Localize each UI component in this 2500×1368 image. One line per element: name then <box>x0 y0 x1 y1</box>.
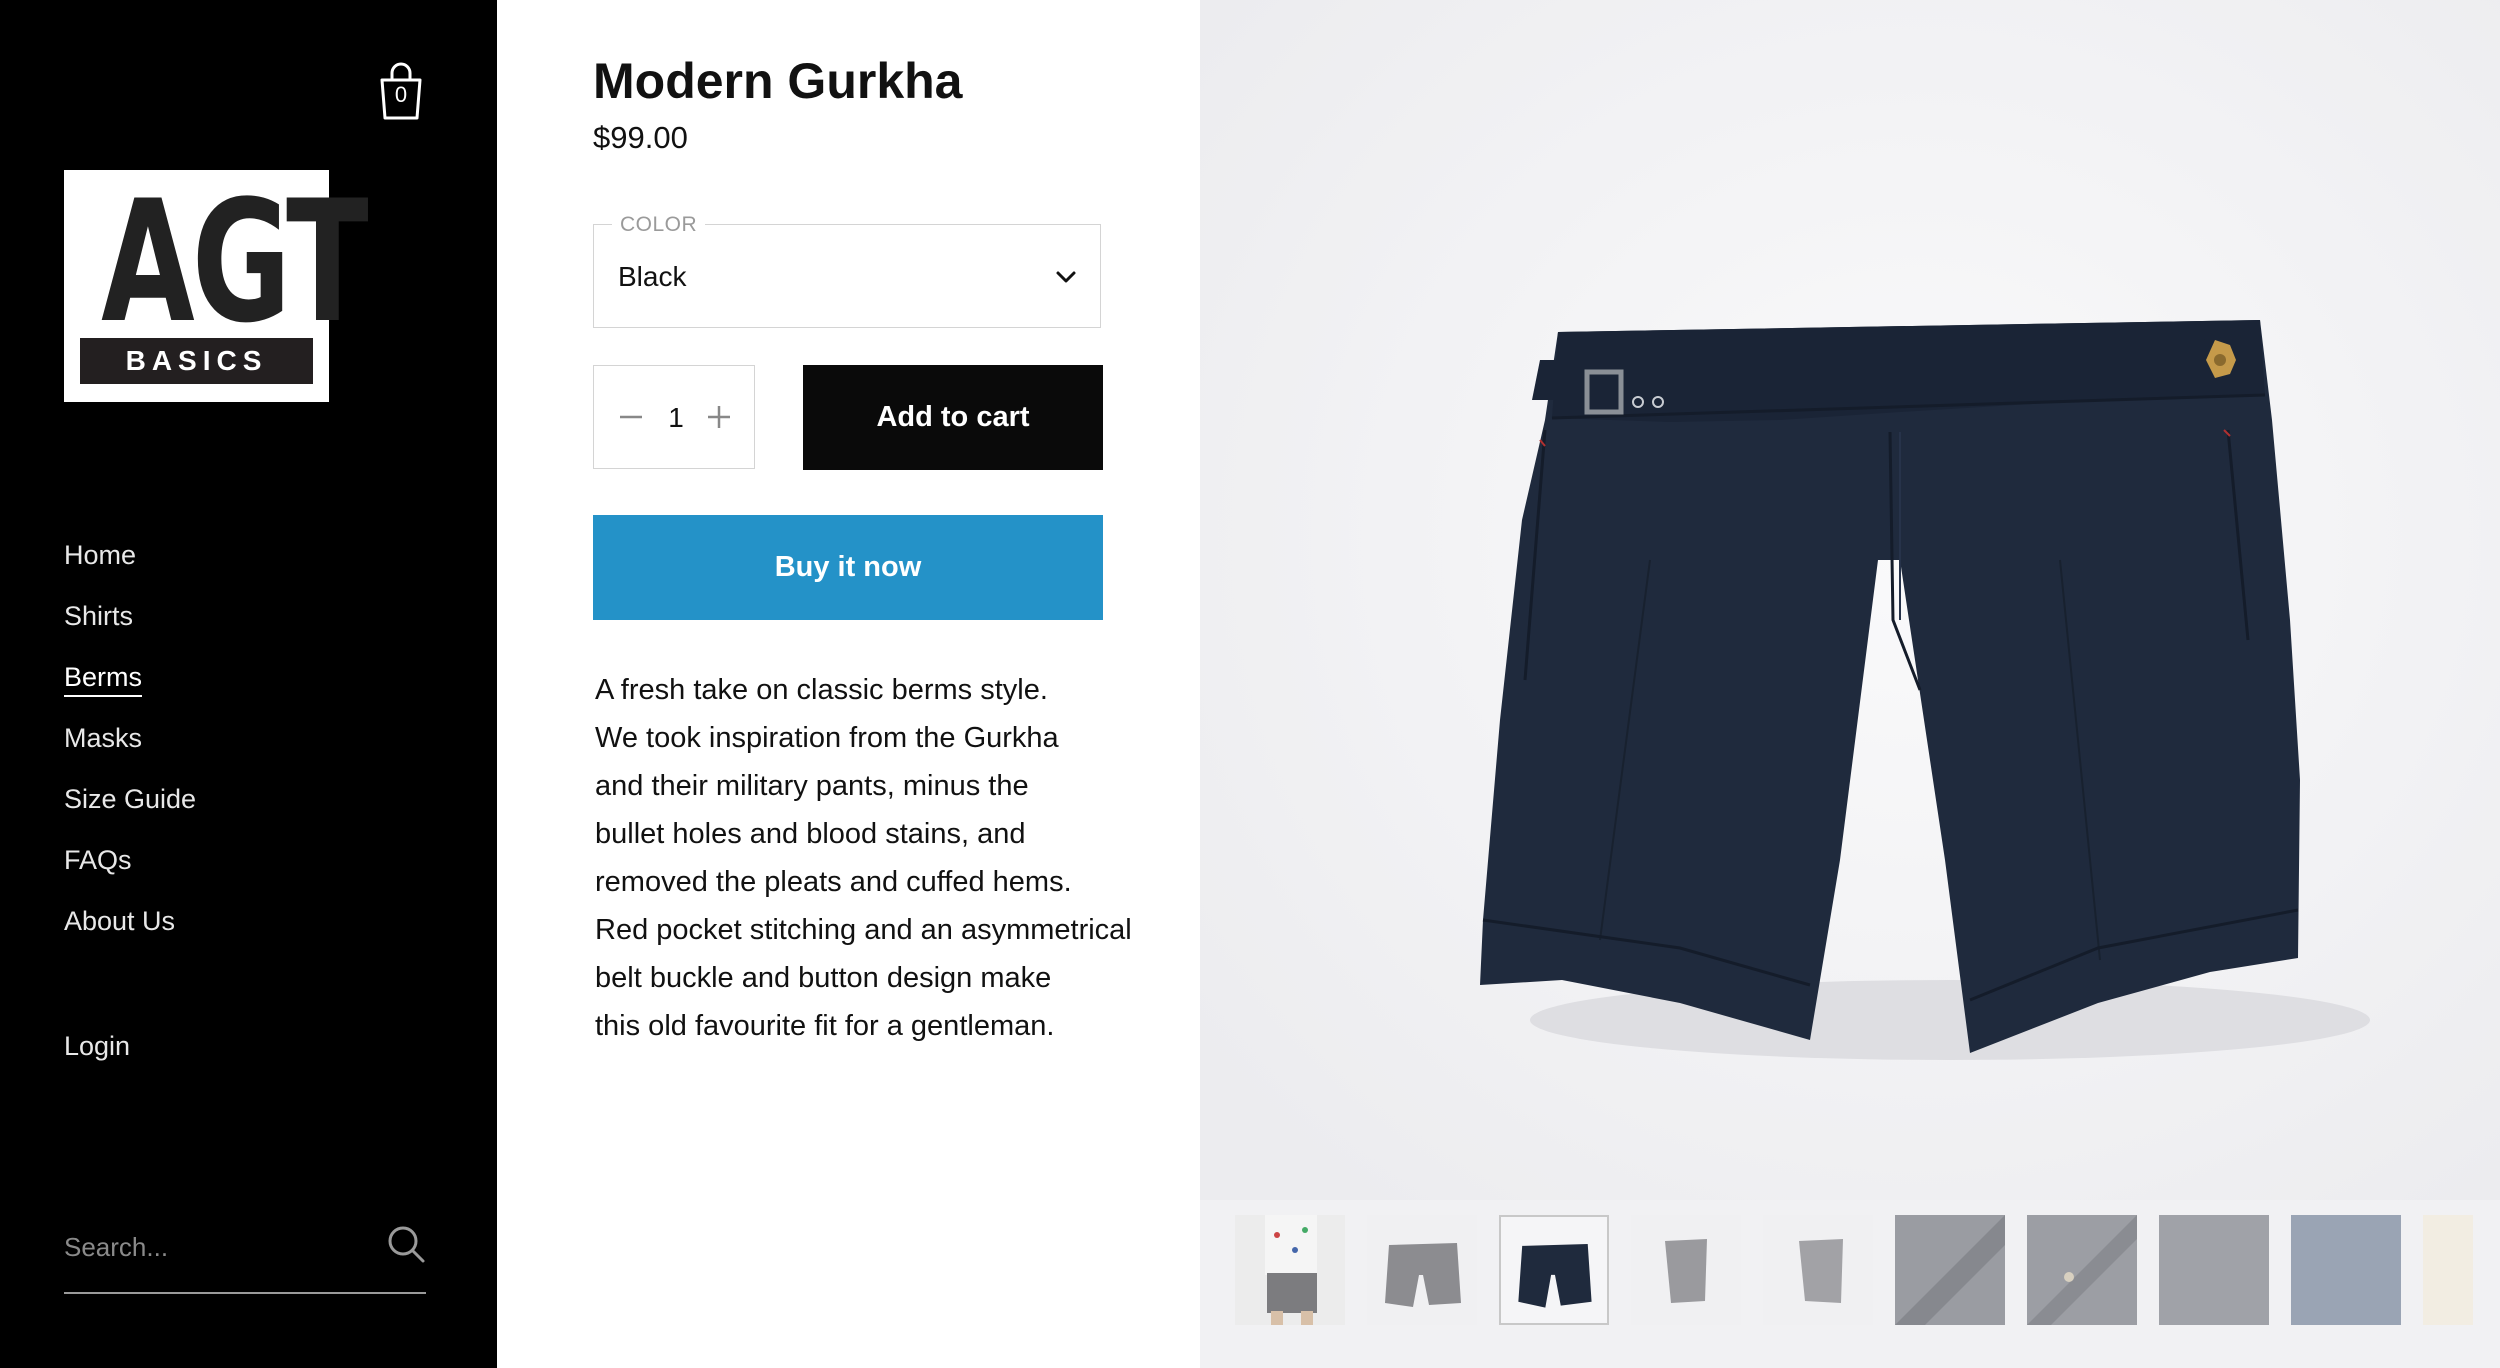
logo-wordmark: AGT <box>101 164 369 360</box>
product-title: Modern Gurkha <box>593 53 963 109</box>
description-line: and their military pants, minus the <box>595 770 1029 802</box>
description-line: A fresh take on classic berms style. <box>595 674 1048 706</box>
description-line: this old favourite fit for a gentleman. <box>595 1010 1055 1042</box>
main-nav: Home Shirts Berms Masks Size Guide FAQs … <box>64 525 196 952</box>
nav-item-faqs[interactable]: FAQs <box>64 830 196 891</box>
cart-count: 0 <box>394 82 408 107</box>
thumbnail[interactable] <box>1367 1215 1477 1325</box>
thumbnail-blue-fabric-detail <box>2291 1215 2401 1325</box>
thumbnail[interactable] <box>1763 1215 1873 1325</box>
thumbnail[interactable] <box>1235 1215 1345 1325</box>
thumbnail[interactable] <box>2159 1215 2269 1325</box>
nav-item-size-guide[interactable]: Size Guide <box>64 769 196 830</box>
thumbnail-grey-shorts <box>1367 1215 1477 1325</box>
thumbnail[interactable] <box>2291 1215 2401 1325</box>
thumbnail-selected[interactable] <box>1499 1215 1609 1325</box>
buy-now-button[interactable]: Buy it now <box>593 515 1103 620</box>
thumbnail-model-image <box>1235 1215 1345 1325</box>
search-bar <box>64 1210 426 1294</box>
nav-item-label: About Us <box>64 906 176 936</box>
product-gallery <box>1200 0 2500 1368</box>
quantity-value[interactable]: 1 <box>666 402 686 434</box>
nav-item-label: Berms <box>64 662 143 697</box>
cart-button[interactable]: 0 <box>376 62 426 122</box>
product-photo-navy-shorts[interactable] <box>1200 0 2500 1200</box>
sidebar: 0 AGT BASICS Home Shirts Berms Masks Siz… <box>0 0 497 1368</box>
thumbnail-navy-shorts <box>1501 1217 1607 1323</box>
thumbnail-grey-shorts-side-alt <box>1763 1215 1873 1325</box>
thumbnail-grey-shorts-side <box>1631 1215 1741 1325</box>
thumbnail[interactable] <box>1631 1215 1741 1325</box>
nav-item-label: Masks <box>64 723 143 753</box>
thumbnail[interactable] <box>2027 1215 2137 1325</box>
logo-tagline: BASICS <box>80 338 313 384</box>
color-value: Black <box>618 261 687 292</box>
add-to-cart-button[interactable]: Add to cart <box>803 365 1103 470</box>
chevron-down-icon <box>1056 271 1076 283</box>
description-line: bullet holes and blood stains, and <box>595 818 1026 850</box>
nav-item-label: FAQs <box>64 845 132 875</box>
nav-item-home[interactable]: Home <box>64 525 196 586</box>
nav-item-label: Size Guide <box>64 784 197 814</box>
thumbnail[interactable] <box>1895 1215 2005 1325</box>
description-line: Red pocket stitching and an asymmetrical <box>595 914 1132 946</box>
color-label: COLOR <box>612 213 706 237</box>
description-line: belt buckle and button design make <box>595 962 1052 994</box>
nav-item-label: Shirts <box>64 601 134 631</box>
minus-icon[interactable] <box>618 404 644 430</box>
product-price: $99.00 <box>593 120 688 155</box>
search-icon[interactable] <box>386 1224 426 1264</box>
thumbnail-button-detail <box>2027 1215 2137 1325</box>
login-link[interactable]: Login <box>64 1031 130 1062</box>
color-select[interactable]: COLOR Black <box>593 213 1101 328</box>
thumbnail-cream-shorts <box>2423 1215 2473 1325</box>
nav-item-masks[interactable]: Masks <box>64 708 196 769</box>
description-line: We took inspiration from the Gurkha <box>595 722 1059 754</box>
product-description: A fresh take on classic berms style. We … <box>595 666 1155 1050</box>
nav-item-shirts[interactable]: Shirts <box>64 586 196 647</box>
nav-item-label: Home <box>64 540 137 570</box>
thumbnail-waistband-detail <box>1895 1215 2005 1325</box>
search-input[interactable] <box>64 1222 344 1272</box>
agt-basics-logo[interactable]: AGT BASICS <box>64 164 369 402</box>
plus-icon[interactable] <box>706 404 732 430</box>
thumbnail-fabric-detail <box>2159 1215 2269 1325</box>
nav-item-berms[interactable]: Berms <box>64 647 196 708</box>
quantity-stepper: 1 <box>593 365 755 469</box>
description-line: removed the pleats and cuffed hems. <box>595 866 1072 898</box>
thumbnail[interactable] <box>2423 1215 2473 1325</box>
nav-item-about-us[interactable]: About Us <box>64 891 196 952</box>
